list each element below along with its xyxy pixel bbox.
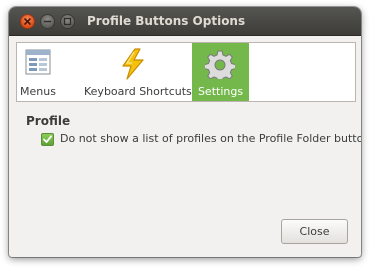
maximize-icon: [63, 17, 72, 26]
tab-keyboard-shortcuts-label: Keyboard Shortcuts: [84, 85, 192, 98]
window-close-button[interactable]: [20, 14, 35, 29]
hide-profile-list-checkbox[interactable]: [41, 133, 54, 146]
menu-list-icon: [25, 49, 51, 75]
window-title: Profile Buttons Options: [87, 14, 246, 28]
tab-keyboard-shortcuts[interactable]: Keyboard Shortcuts: [84, 43, 192, 101]
tab-menus-label: Menus: [20, 85, 56, 98]
profile-heading: Profile: [26, 114, 71, 128]
tab-settings[interactable]: Settings: [192, 43, 249, 101]
checkmark-icon: [43, 135, 52, 143]
tab-settings-label: Settings: [197, 85, 244, 98]
lightning-icon: [122, 48, 144, 80]
close-icon: [24, 18, 31, 25]
minimize-icon: [43, 20, 52, 23]
close-button[interactable]: Close: [281, 219, 348, 244]
tab-menus[interactable]: Menus: [17, 43, 59, 101]
window-maximize-button[interactable]: [60, 14, 75, 29]
gear-icon: [205, 50, 235, 79]
window-minimize-button[interactable]: [40, 14, 55, 29]
options-toolbar: Menus Keyboard Shortcuts Settings: [16, 42, 356, 102]
options-dialog: Profile Buttons Options Menus Keyboard S…: [9, 7, 361, 257]
hide-profile-list-label[interactable]: Do not show a list of profiles on the Pr…: [60, 132, 361, 145]
title-bar[interactable]: Profile Buttons Options: [9, 7, 361, 36]
